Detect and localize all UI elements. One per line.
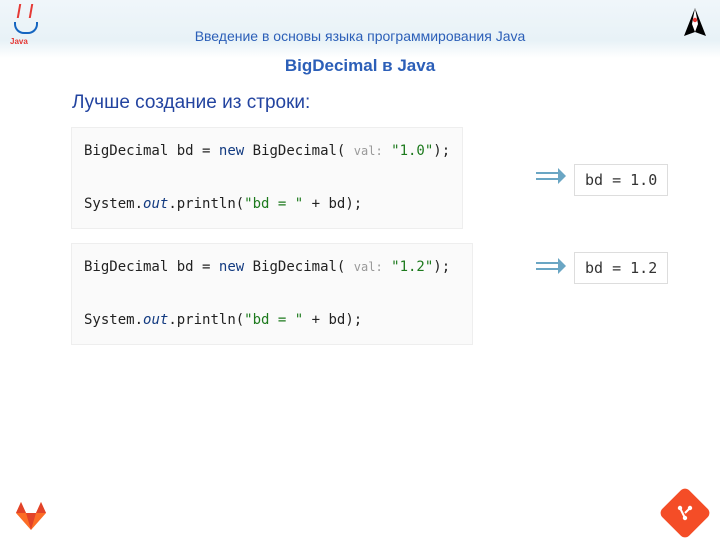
output-box-1: bd = 1.0 bbox=[574, 164, 668, 196]
code-text: BigDecimal bd = new BigDecimal( val: "1.… bbox=[84, 143, 450, 212]
git-icon bbox=[658, 486, 712, 540]
page-header-title: Введение в основы языка программирования… bbox=[0, 28, 720, 44]
code-block-2: BigDecimal bd = new BigDecimal( val: "1.… bbox=[72, 244, 472, 344]
section-lead: Лучше создание из строки: bbox=[72, 92, 310, 114]
arrow-icon bbox=[536, 168, 566, 184]
code-block-1: BigDecimal bd = new BigDecimal( val: "1.… bbox=[72, 128, 462, 228]
output-box-2: bd = 1.2 bbox=[574, 252, 668, 284]
page-subtitle: BigDecimal в Java bbox=[0, 56, 720, 76]
gitlab-icon bbox=[16, 502, 46, 530]
code-text: BigDecimal bd = new BigDecimal( val: "1.… bbox=[84, 259, 450, 328]
arrow-icon bbox=[536, 258, 566, 274]
